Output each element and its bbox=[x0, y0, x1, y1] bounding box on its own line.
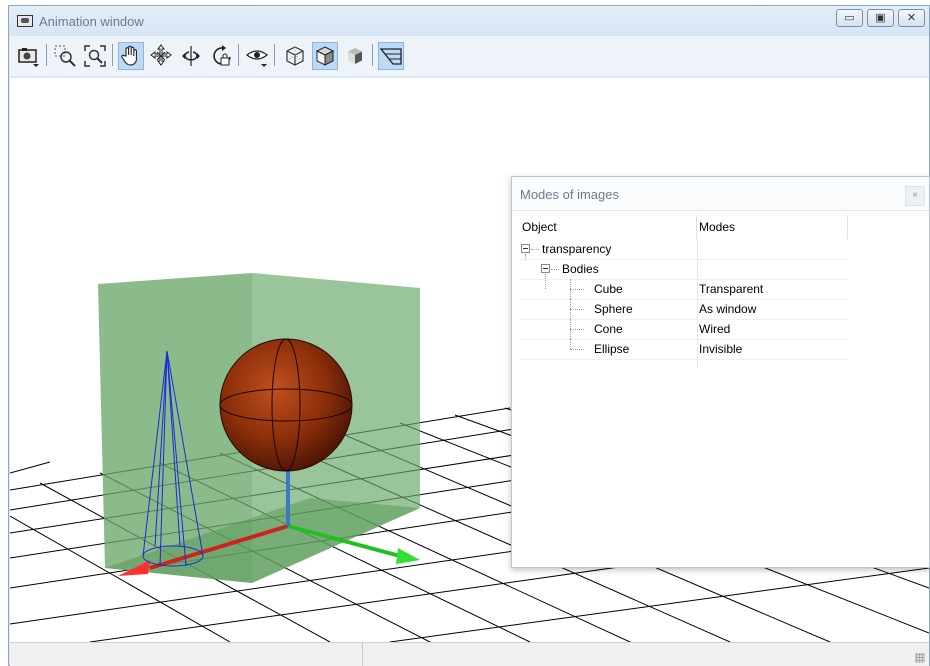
app-icon bbox=[17, 15, 33, 27]
move-button[interactable] bbox=[148, 42, 174, 70]
zoom-region-icon bbox=[54, 45, 76, 67]
collapse-icon[interactable] bbox=[521, 244, 530, 253]
hand-pan-icon bbox=[121, 45, 137, 66]
close-icon: ✕ bbox=[906, 12, 917, 24]
solid-button[interactable] bbox=[342, 42, 368, 70]
solid-cube-icon bbox=[348, 48, 362, 64]
rotate-button[interactable] bbox=[178, 42, 204, 70]
mode-value[interactable]: Wired bbox=[699, 319, 730, 339]
maximize-icon: ▣ bbox=[875, 12, 886, 24]
zoom-fit-button[interactable] bbox=[82, 42, 108, 70]
object-name: Ellipse bbox=[594, 342, 630, 356]
camera-button[interactable] bbox=[16, 42, 42, 70]
mode-value[interactable]: As window bbox=[699, 299, 756, 319]
dialog-title-bar[interactable]: Modes of images × bbox=[512, 177, 929, 211]
perspective-icon bbox=[379, 48, 402, 65]
wireframe-button[interactable] bbox=[282, 42, 308, 70]
window-title: Animation window bbox=[39, 14, 144, 29]
tree-label-root: transparency bbox=[542, 242, 612, 256]
dialog-title: Modes of images bbox=[520, 187, 619, 202]
tree-row-root[interactable]: transparency bbox=[520, 239, 848, 260]
object-name: Sphere bbox=[594, 302, 633, 316]
sphere bbox=[219, 338, 353, 472]
column-header-modes[interactable]: Modes bbox=[697, 215, 848, 239]
toolbar bbox=[10, 36, 929, 76]
rotate-lock-icon bbox=[213, 45, 231, 66]
shaded-cube-icon bbox=[315, 46, 335, 66]
minimize-button[interactable]: ▭ bbox=[836, 9, 863, 27]
wireframe-cube-icon bbox=[286, 46, 304, 66]
move-icon bbox=[150, 44, 172, 66]
table-row[interactable]: Cube Transparent bbox=[520, 274, 848, 300]
dialog-close-button[interactable]: × bbox=[905, 186, 925, 206]
collapse-icon[interactable] bbox=[541, 264, 550, 273]
column-header-object[interactable]: Object bbox=[520, 215, 697, 239]
tree-row-group[interactable]: Bodies bbox=[520, 254, 848, 280]
mode-value[interactable]: Transparent bbox=[699, 279, 763, 299]
pan-button[interactable] bbox=[118, 42, 144, 70]
mode-value[interactable]: Invisible bbox=[699, 339, 742, 359]
tree-label-group: Bodies bbox=[562, 262, 599, 276]
camera-icon bbox=[18, 48, 39, 67]
zoom-region-button[interactable] bbox=[52, 42, 78, 70]
status-pane-left bbox=[10, 643, 363, 666]
object-name: Cube bbox=[594, 282, 623, 296]
status-pane-right bbox=[363, 643, 908, 666]
table-row[interactable]: Cone Wired bbox=[520, 319, 848, 340]
close-button[interactable]: ✕ bbox=[898, 9, 925, 27]
object-name: Cone bbox=[594, 322, 623, 336]
minimize-icon: ▭ bbox=[844, 12, 855, 24]
maximize-button[interactable]: ▣ bbox=[867, 9, 894, 27]
perspective-button[interactable] bbox=[378, 42, 404, 70]
rotate-icon bbox=[182, 46, 200, 66]
eye-icon bbox=[246, 50, 268, 67]
status-bar bbox=[10, 642, 929, 666]
table-row[interactable]: Ellipse Invisible bbox=[520, 339, 848, 360]
table-row[interactable]: Sphere As window bbox=[520, 299, 848, 320]
modes-dialog: Modes of images × Object Modes transpare… bbox=[511, 176, 930, 568]
zoom-fit-icon bbox=[84, 45, 106, 67]
rotate-lock-button[interactable] bbox=[208, 42, 234, 70]
resize-grip-icon[interactable] bbox=[915, 653, 925, 663]
title-bar[interactable]: Animation window ▭ ▣ ✕ bbox=[9, 6, 929, 36]
grid-header: Object Modes bbox=[520, 215, 920, 239]
visibility-button[interactable] bbox=[244, 42, 270, 70]
shaded-button[interactable] bbox=[312, 42, 338, 70]
